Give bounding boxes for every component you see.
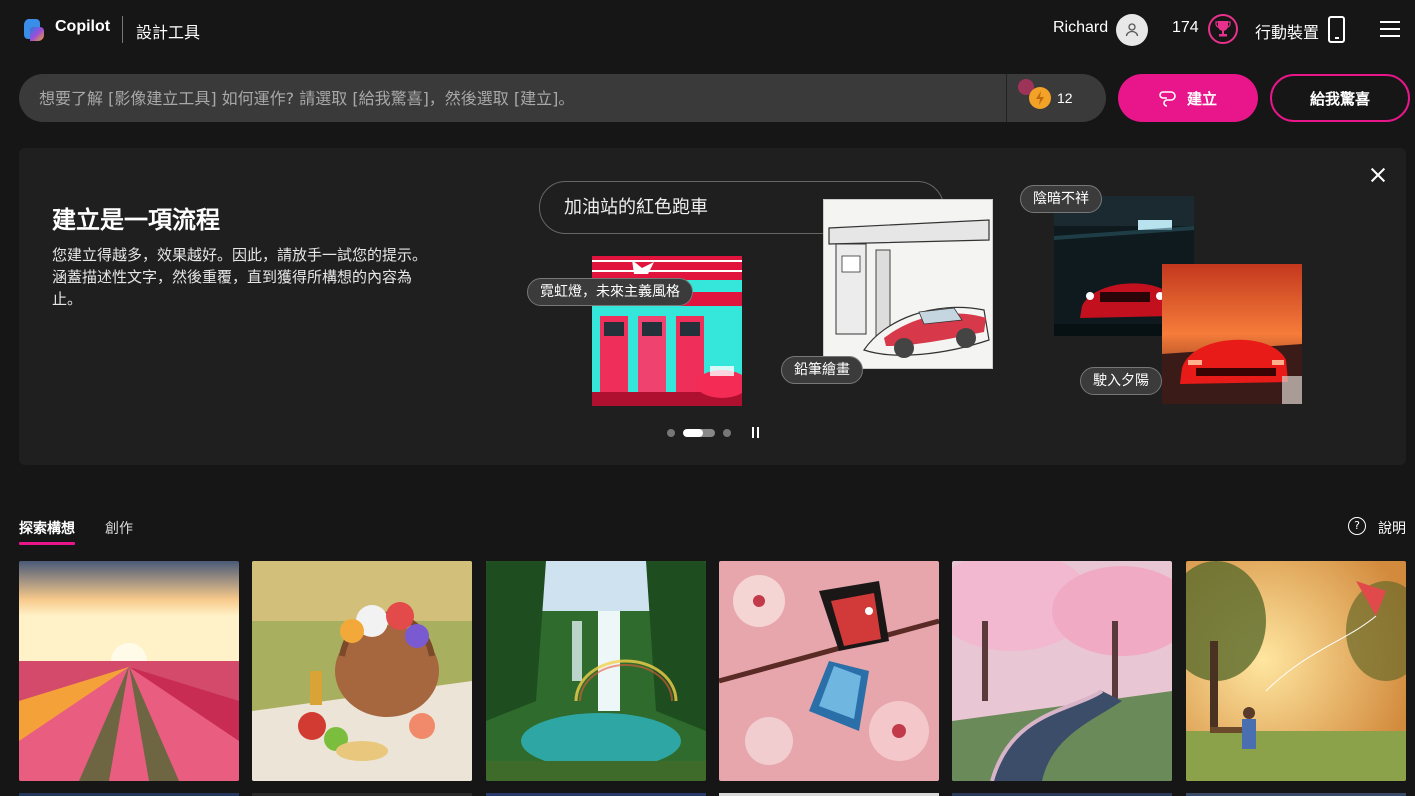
create-button-label: 建立 [1186, 89, 1217, 108]
sunset-style-image [1162, 264, 1302, 404]
help-link[interactable]: 說明 [1378, 518, 1406, 538]
banner-title: 建立是一項流程 [52, 206, 220, 234]
menu-icon[interactable] [1380, 21, 1400, 37]
help-icon[interactable]: ? [1348, 517, 1366, 535]
style-chip-sunset[interactable]: 駛入夕陽 [1080, 367, 1162, 395]
tab-create[interactable]: 創作 [105, 518, 133, 538]
rewards-button[interactable] [1208, 14, 1238, 44]
tab-explore[interactable]: 探索構想 [19, 518, 75, 538]
avatar[interactable] [1116, 14, 1148, 46]
pencil-style-image [823, 199, 993, 369]
style-chip-dark[interactable]: 陰暗不祥 [1020, 185, 1102, 213]
prompt-input[interactable] [39, 74, 999, 122]
tab-explore-underline [19, 542, 75, 545]
mobile-link[interactable]: 行動裝置 [1255, 19, 1319, 43]
phone-icon[interactable] [1328, 16, 1345, 43]
carousel-dot-active[interactable] [683, 429, 715, 437]
top-bar: Copilot 設計工具 Richard 174 行動裝置 [0, 0, 1415, 60]
gallery-image-cherry-stream[interactable] [952, 561, 1172, 781]
boost-count: 12 [1057, 90, 1073, 106]
section-title[interactable]: 設計工具 [136, 19, 200, 43]
copilot-logo-icon[interactable] [22, 17, 46, 41]
user-name[interactable]: Richard [1053, 19, 1108, 37]
gallery-image-butterfly[interactable] [719, 561, 939, 781]
brand-divider [122, 16, 123, 43]
gallery-image-waterfall[interactable] [486, 561, 706, 781]
banner-description: 您建立得越多，效果越好。因此，請放手一試您的提示。涵蓋描述性文字，然後重覆，直到… [52, 246, 428, 308]
gallery-image-kite-park[interactable] [1186, 561, 1406, 781]
carousel-dot[interactable] [723, 429, 731, 437]
create-button[interactable]: 建立 [1118, 74, 1258, 122]
prompt-divider [1006, 74, 1007, 122]
brush-icon [1159, 91, 1176, 107]
brand-name[interactable]: Copilot [55, 18, 110, 36]
avatar-icon [1125, 23, 1139, 37]
style-chip-neon[interactable]: 霓虹燈，未來主義風格 [527, 278, 693, 306]
prompt-box [19, 74, 1106, 122]
style-chip-pencil[interactable]: 鉛筆繪畫 [781, 356, 863, 384]
gallery-image-tulips[interactable] [19, 561, 239, 781]
pause-icon[interactable] [752, 427, 760, 438]
rewards-points[interactable]: 174 [1172, 19, 1199, 37]
trophy-icon [1215, 21, 1231, 37]
close-icon[interactable] [1368, 165, 1388, 185]
carousel-dot[interactable] [667, 429, 675, 437]
boost-icon[interactable] [1028, 86, 1052, 110]
surprise-button[interactable]: 給我驚喜 [1270, 74, 1410, 122]
gallery-image-picnic[interactable] [252, 561, 472, 781]
